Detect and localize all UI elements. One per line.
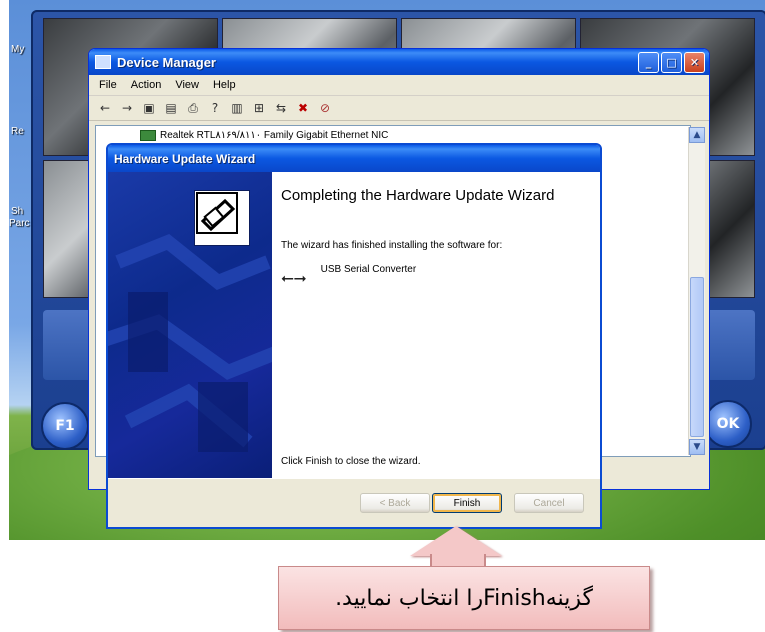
back-arrow-icon[interactable]: ← bbox=[97, 100, 113, 116]
instruction-callout: گزینهFinishرا انتخاب نمایید. bbox=[278, 566, 650, 630]
cancel-button[interactable]: Cancel bbox=[514, 493, 584, 513]
instruction-text: گزینهFinishرا انتخاب نمایید. bbox=[335, 585, 593, 611]
viewer-exit-button[interactable]: F1 bbox=[41, 402, 89, 450]
device-manager-title: Device Manager bbox=[117, 54, 216, 70]
menu-file[interactable]: File bbox=[99, 79, 117, 91]
wizard-close-hint: Click Finish to close the wizard. bbox=[281, 456, 421, 467]
print-icon[interactable]: ⎙ bbox=[185, 100, 201, 116]
caption-buttons: _ □ ✕ bbox=[638, 52, 705, 73]
maximize-icon: □ bbox=[666, 56, 677, 69]
uninstall-icon[interactable]: ✖ bbox=[295, 100, 311, 116]
desktop-icon-label-parc[interactable]: Parc bbox=[9, 218, 30, 229]
finish-button[interactable]: Finish bbox=[432, 493, 502, 513]
desktop-icon-label-re[interactable]: Re bbox=[11, 126, 24, 137]
scroll-thumb[interactable] bbox=[690, 277, 704, 437]
close-icon: ✕ bbox=[689, 56, 700, 69]
back-button[interactable]: < Back bbox=[360, 493, 430, 513]
callout-arrow-icon bbox=[410, 526, 502, 556]
scroll-down-icon[interactable]: ▼ bbox=[689, 439, 705, 455]
cancel-button-label: Cancel bbox=[533, 497, 565, 509]
hardware-update-wizard-dialog: Hardware Update Wizard Completing the Ha… bbox=[106, 143, 602, 529]
toolbar: ← → ▣ ▤ ⎙ ? ▥ ⊞ ⇆ ✖ ⊘ bbox=[89, 96, 709, 121]
menu-bar: File Action View Help bbox=[89, 75, 709, 96]
network-card-icon bbox=[140, 130, 156, 141]
forward-arrow-icon[interactable]: → bbox=[119, 100, 135, 116]
wizard-title: Hardware Update Wizard bbox=[114, 151, 256, 166]
update-driver-icon[interactable]: ⇆ bbox=[273, 100, 289, 116]
desktop-icon-label-my[interactable]: My bbox=[11, 44, 24, 55]
back-button-label: < Back bbox=[379, 497, 411, 509]
disable-icon[interactable]: ⊘ bbox=[317, 100, 333, 116]
viewer-ok-label: OK bbox=[716, 416, 740, 432]
scan-hardware-icon[interactable]: ⊞ bbox=[251, 100, 267, 116]
maximize-button[interactable]: □ bbox=[661, 52, 682, 73]
properties-icon[interactable]: ▤ bbox=[163, 100, 179, 116]
desktop-screenshot: My Re Sh Parc F1 OK Device Manager _ □ ✕… bbox=[9, 0, 765, 540]
scroll-up-icon[interactable]: ▲ bbox=[689, 127, 705, 143]
viewer-exit-label: F1 bbox=[55, 418, 75, 434]
wizard-heading: Completing the Hardware Update Wizard bbox=[281, 187, 555, 204]
view-icon[interactable]: ▥ bbox=[229, 100, 245, 116]
menu-help[interactable]: Help bbox=[213, 79, 236, 91]
menu-action[interactable]: Action bbox=[131, 79, 162, 91]
tree-item-label: Realtek RTL۸۱۶۹/۸۱۱۰ Family Gigabit Ethe… bbox=[160, 130, 389, 141]
finish-button-label: Finish bbox=[453, 497, 481, 509]
wizard-side-banner bbox=[108, 172, 272, 478]
wizard-body: Completing the Hardware Update Wizard Th… bbox=[108, 172, 600, 478]
help-icon[interactable]: ? bbox=[207, 100, 223, 116]
desktop-icon-label-sh[interactable]: Sh bbox=[11, 206, 23, 217]
wizard-message: The wizard has finished installing the s… bbox=[281, 240, 503, 251]
hardware-wizard-logo-icon bbox=[194, 190, 250, 246]
menu-view[interactable]: View bbox=[175, 79, 199, 91]
usb-icon: ⭠⭢ bbox=[281, 268, 307, 287]
device-manager-titlebar[interactable]: Device Manager _ □ ✕ bbox=[89, 49, 709, 75]
wizard-button-bar: < Back Finish Cancel bbox=[108, 478, 600, 527]
device-manager-icon bbox=[95, 55, 111, 69]
vertical-scrollbar[interactable]: ▲ ▼ bbox=[688, 127, 705, 455]
minimize-button[interactable]: _ bbox=[638, 52, 659, 73]
installed-device-name: USB Serial Converter bbox=[320, 264, 417, 275]
tree-item-network-adapter[interactable]: Realtek RTL۸۱۶۹/۸۱۱۰ Family Gigabit Ethe… bbox=[140, 130, 388, 141]
installed-device: ⭠⭢ USB Serial Converter bbox=[281, 264, 416, 288]
wizard-titlebar[interactable]: Hardware Update Wizard bbox=[108, 145, 600, 172]
viewer-ok-button[interactable]: OK bbox=[704, 400, 752, 448]
minimize-icon: _ bbox=[645, 56, 652, 69]
show-hide-tree-icon[interactable]: ▣ bbox=[141, 100, 157, 116]
close-button[interactable]: ✕ bbox=[684, 52, 705, 73]
